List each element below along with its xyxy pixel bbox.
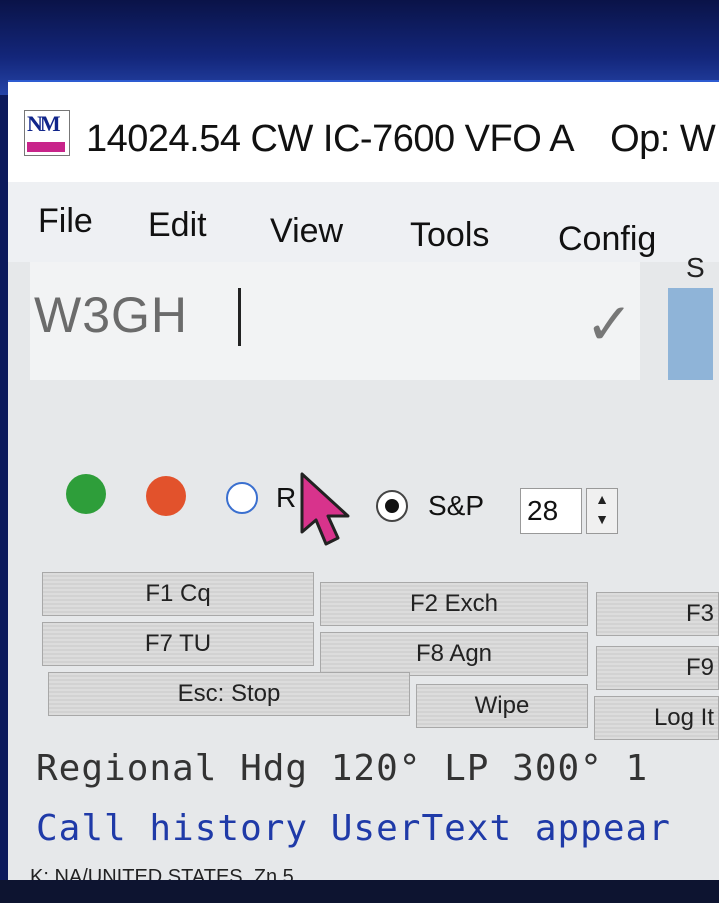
- call-history-line: Call history UserText appear: [36, 808, 671, 849]
- checkmark-icon[interactable]: ✓: [585, 290, 634, 358]
- spin-down-icon[interactable]: ▼: [587, 509, 617, 529]
- f1-cq-button[interactable]: F1 Cq: [42, 572, 314, 616]
- f7-tu-button[interactable]: F7 TU: [42, 622, 314, 666]
- run-radio[interactable]: [226, 482, 258, 514]
- window-title: 14024.54 CW IC-7600 VFO A Op: W: [86, 118, 716, 161]
- green-status-led: [66, 474, 106, 514]
- side-panel-tile: [668, 288, 713, 380]
- f2-exch-button[interactable]: F2 Exch: [320, 582, 588, 626]
- f3-button[interactable]: F3: [596, 592, 719, 636]
- menu-file[interactable]: File: [38, 202, 93, 241]
- title-bar: NM 14024.54 CW IC-7600 VFO A Op: W: [8, 82, 719, 182]
- f8-agn-button[interactable]: F8 Agn: [320, 632, 588, 676]
- sp-radio-label: S&P: [428, 490, 485, 521]
- run-radio-label: R: [276, 482, 297, 513]
- menu-view[interactable]: View: [270, 212, 343, 251]
- regional-heading-line: Regional Hdg 120° LP 300° 1: [36, 748, 649, 789]
- f9-button[interactable]: F9: [596, 646, 719, 690]
- spin-up-icon[interactable]: ▲: [587, 489, 617, 509]
- menu-tools[interactable]: Tools: [410, 216, 489, 255]
- callsign-entry-panel: ✓: [30, 262, 640, 380]
- esc-stop-button[interactable]: Esc: Stop: [48, 672, 410, 716]
- spin-value-box[interactable]: 28: [520, 488, 582, 534]
- app-logo: NM: [24, 110, 70, 156]
- operator-label: Op: W: [610, 118, 716, 160]
- red-status-led: [146, 476, 186, 516]
- window-title-text: 14024.54 CW IC-7600 VFO A: [86, 118, 575, 160]
- menu-config[interactable]: Config: [558, 220, 656, 259]
- log-it-button[interactable]: Log It: [594, 696, 719, 740]
- spin-value: 28: [527, 495, 559, 526]
- sp-radio[interactable]: [376, 490, 408, 522]
- mouse-cursor-icon: [300, 472, 350, 546]
- desk-edge: [0, 880, 719, 903]
- wipe-button[interactable]: Wipe: [416, 684, 588, 728]
- menu-bar: File Edit View Tools Config: [8, 182, 719, 262]
- side-label: S: [686, 252, 705, 283]
- text-caret: [238, 288, 241, 346]
- callsign-input[interactable]: [34, 286, 434, 344]
- logo-text: NM: [27, 111, 61, 136]
- menu-edit[interactable]: Edit: [148, 206, 207, 245]
- logo-band: [27, 142, 65, 152]
- spin-buttons[interactable]: ▲ ▼: [586, 488, 618, 534]
